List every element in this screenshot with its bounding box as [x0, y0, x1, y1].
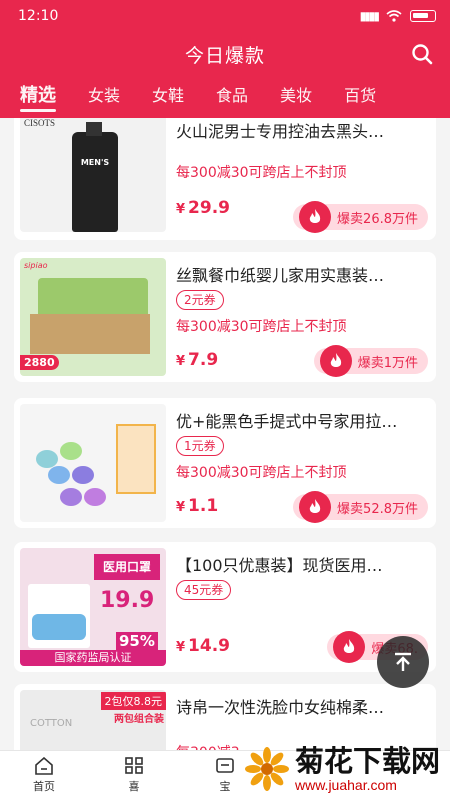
product-title: 诗帛一次性洗脸巾女纯棉柔…: [176, 698, 385, 717]
tab-beauty[interactable]: 美妆: [280, 76, 312, 118]
product-promo: 每300减30可跨店上不封顶: [176, 465, 347, 481]
product-price: ¥14.9: [176, 636, 230, 656]
product-image: 2包仅8.8元 两包组合装 COTTON: [20, 690, 166, 750]
tab-general-goods[interactable]: 百货: [344, 76, 376, 118]
product-promo-price: 19.9: [100, 588, 155, 613]
product-promo: 每300减3: [176, 742, 240, 750]
product-image: 医用口罩 19.9 95% 国家药监局认证: [20, 548, 166, 666]
tab-women-clothing[interactable]: 女装: [88, 76, 120, 118]
tab-featured[interactable]: 精选: [20, 76, 56, 118]
nav-treasure[interactable]: 宝: [200, 757, 250, 794]
product-card[interactable]: CISOTS MEN'S 火山泥男士专用控油去黑头… 每300减30可跨店上不封…: [14, 118, 436, 240]
sales-badge: 爆卖1万件: [313, 345, 428, 377]
product-title: 优+能黑色手提式中号家用拉…: [176, 412, 398, 431]
product-title: 丝飘餐巾纸婴儿家用实惠装…: [176, 266, 385, 285]
status-bar: 12:10 ▮▮▮▮: [0, 0, 450, 32]
watermark-title: 菊花下载网: [295, 744, 441, 778]
battery-icon: [410, 10, 436, 22]
product-price: ¥1.1: [176, 496, 219, 516]
nav-favorites[interactable]: 喜: [109, 757, 159, 794]
product-promo: 每300减30可跨店上不封顶: [176, 319, 347, 335]
page-title: 今日爆款: [184, 44, 265, 67]
product-label: MEN'S: [80, 158, 110, 167]
product-promo: 每300减30可跨店上不封顶: [176, 165, 347, 181]
sales-badge: 爆卖52.8万件: [293, 491, 428, 523]
fire-icon: [333, 631, 366, 663]
product-price: ¥7.9: [176, 350, 219, 370]
sales-badge: 爆卖26.8万件: [293, 201, 428, 233]
home-icon: [35, 757, 53, 775]
status-time: 12:10: [18, 8, 59, 24]
product-brand-logo: COTTON: [30, 718, 73, 729]
product-badge: 2880: [20, 355, 59, 370]
fire-icon: [319, 345, 352, 377]
fire-icon: [299, 491, 332, 523]
site-watermark: 菊花下载网 www.juahar.com: [245, 738, 450, 800]
product-title: 火山泥男士专用控油去黑头…: [176, 122, 385, 141]
fire-icon: [299, 201, 332, 233]
product-banner: 医用口罩: [94, 554, 160, 580]
back-to-top-button[interactable]: [377, 636, 429, 688]
product-brand-logo: CISOTS: [24, 118, 56, 128]
category-tabs: 精选 女装 女鞋 食品 美妆 百货: [0, 76, 450, 118]
tab-food[interactable]: 食品: [216, 76, 248, 118]
product-price: ¥29.9: [176, 198, 230, 218]
chrysanthemum-logo-icon: [245, 747, 289, 791]
watermark-url: www.juahar.com: [295, 777, 397, 793]
message-icon: [216, 758, 234, 773]
product-brand-logo: sipiao: [24, 261, 48, 270]
coupon-tag: 45元券: [176, 580, 232, 600]
search-icon[interactable]: [410, 42, 434, 66]
product-image: CISOTS MEN'S: [20, 118, 166, 232]
app-header: 今日爆款: [0, 32, 450, 76]
product-image: [20, 404, 166, 522]
arrow-up-icon: [395, 652, 411, 671]
product-card[interactable]: 优+能黑色手提式中号家用拉… 1元券 每300减30可跨店上不封顶 ¥1.1 爆…: [14, 398, 436, 528]
product-card[interactable]: 医用口罩 19.9 95% 国家药监局认证 【100只优惠装】现货医用… 45元…: [14, 542, 436, 672]
product-image: sipiao 2880: [20, 258, 166, 376]
signal-icon: ▮▮▮▮: [359, 9, 380, 23]
product-card[interactable]: sipiao 2880 丝飘餐巾纸婴儿家用实惠装… 2元券 每300减30可跨店…: [14, 252, 436, 382]
grid-icon: [125, 757, 143, 774]
wifi-icon: [386, 10, 402, 22]
product-title: 【100只优惠装】现货医用…: [176, 556, 383, 575]
nav-home[interactable]: 首页: [19, 757, 69, 794]
coupon-tag: 1元券: [176, 436, 224, 456]
coupon-tag: 2元券: [176, 290, 224, 310]
product-subtag: 两包组合装: [114, 714, 164, 725]
tab-women-shoes[interactable]: 女鞋: [152, 76, 184, 118]
product-discount: 95%: [116, 632, 158, 650]
product-tag: 2包仅8.8元: [100, 692, 166, 710]
product-certification: 国家药监局认证: [20, 650, 166, 666]
